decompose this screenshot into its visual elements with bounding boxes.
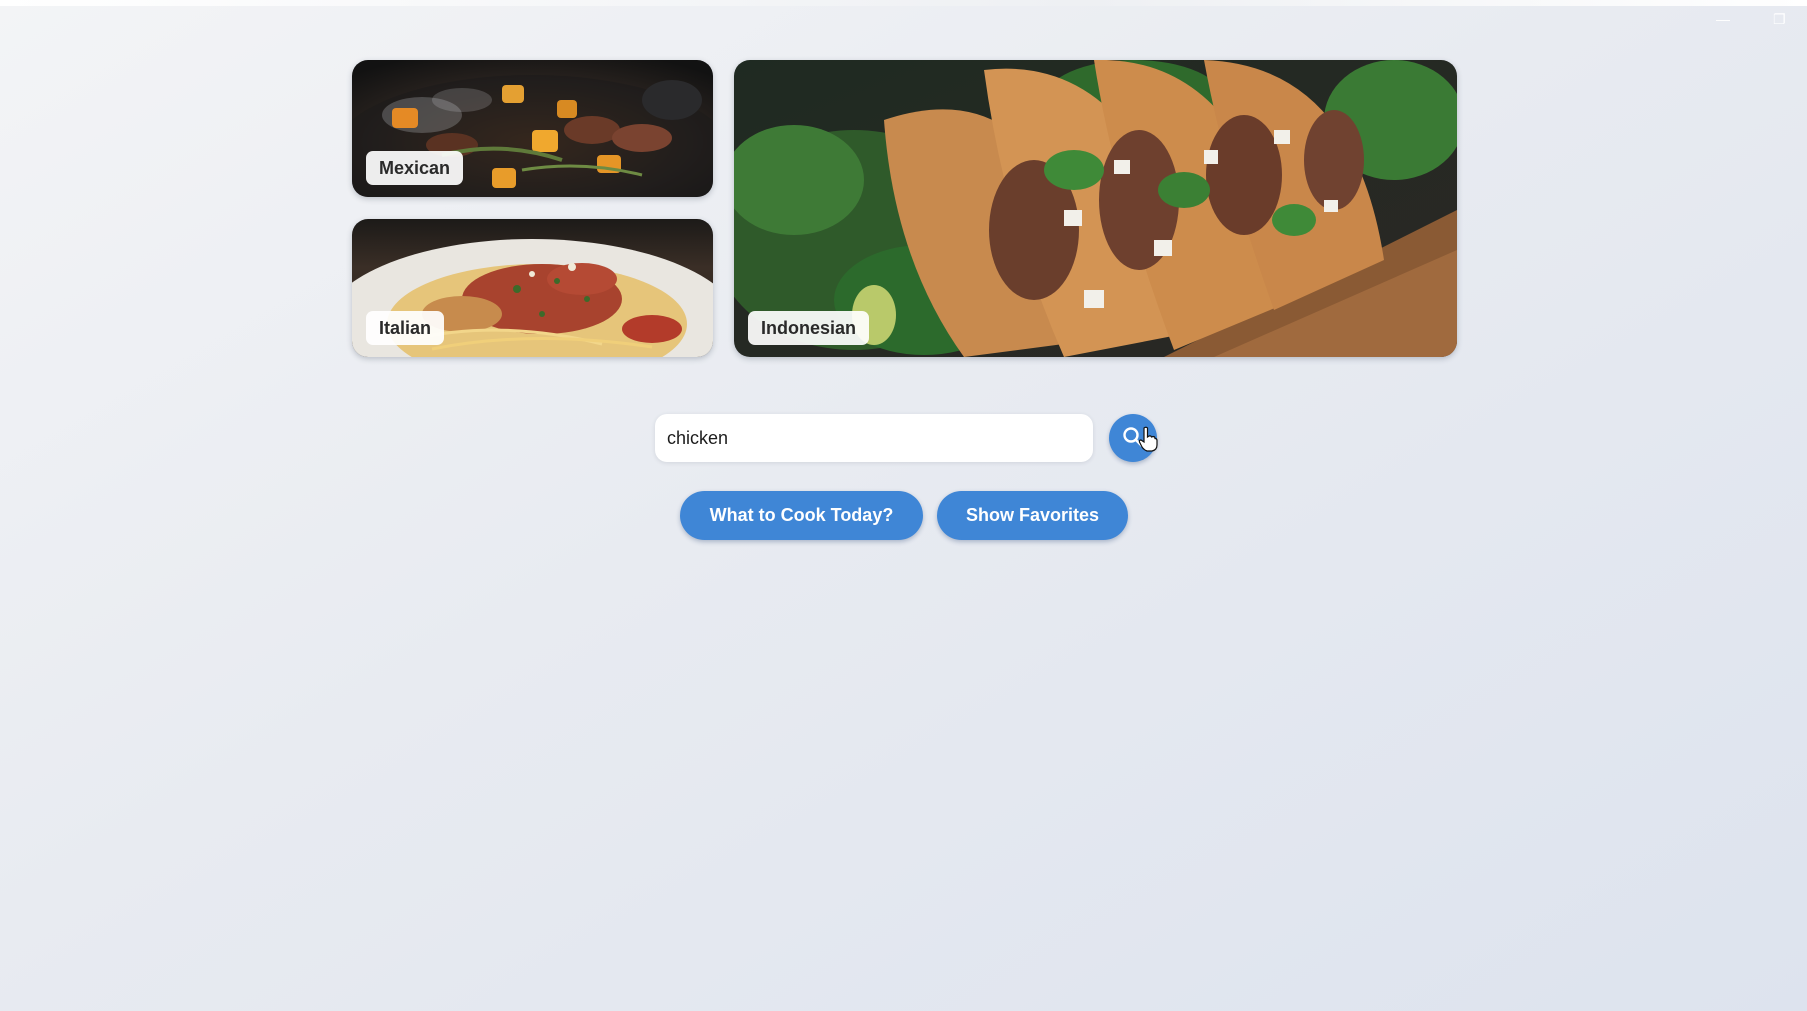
category-card-italian[interactable]: Italian [352,219,713,357]
search-input[interactable] [655,414,1093,462]
minimize-icon[interactable]: — [1716,12,1730,26]
category-label: Mexican [366,151,464,185]
what-to-cook-today-button[interactable]: What to Cook Today? [680,491,923,540]
restore-icon[interactable]: ❐ [1773,12,1786,26]
search-button[interactable] [1109,414,1157,462]
category-gallery: Mexican Italian Indonesian [352,60,1457,357]
search-icon [1123,427,1144,448]
category-label: Indonesian [748,311,870,345]
window-top-strip [0,0,1807,6]
category-label: Italian [366,311,445,345]
category-card-indonesian[interactable]: Indonesian [734,60,1457,357]
search-box [655,414,1093,462]
show-favorites-button[interactable]: Show Favorites [937,491,1128,540]
category-card-mexican[interactable]: Mexican [352,60,713,197]
